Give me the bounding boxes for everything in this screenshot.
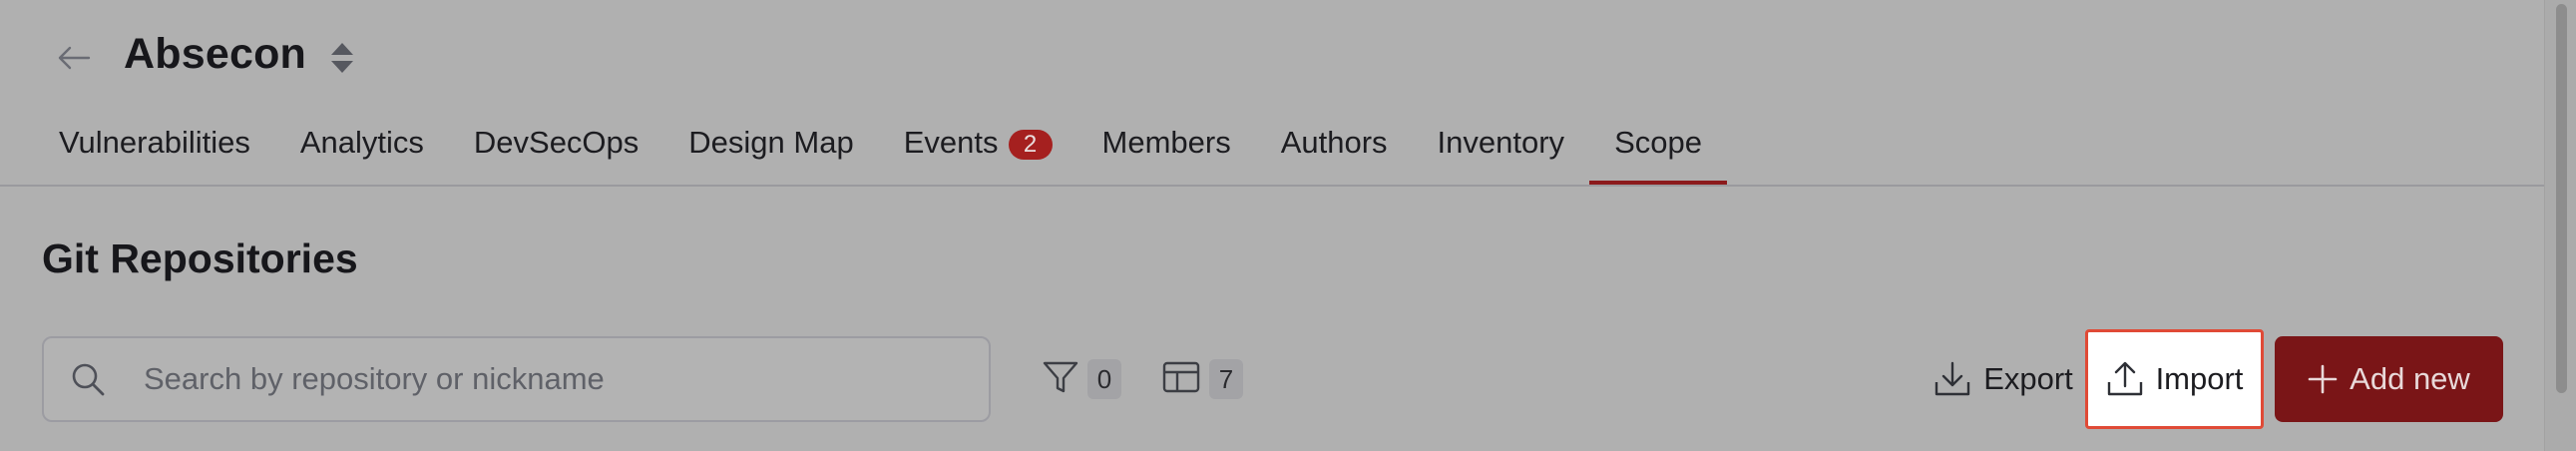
tab-label: Members — [1101, 125, 1231, 160]
tab-analytics[interactable]: Analytics — [275, 118, 449, 186]
add-new-label: Add new — [2350, 361, 2470, 396]
export-label: Export — [1983, 361, 2073, 396]
project-header: Absecon Vulnerabilities Analytics DevSec… — [0, 0, 2544, 187]
search-input[interactable] — [142, 360, 989, 398]
project-title: Absecon — [124, 30, 306, 78]
tab-label: Vulnerabilities — [59, 125, 250, 160]
add-new-button[interactable]: Add new — [2275, 336, 2503, 422]
import-label: Import — [2155, 361, 2244, 396]
tab-scope[interactable]: Scope — [1589, 118, 1727, 186]
filter-count: 0 — [1087, 359, 1121, 399]
tab-label: Events — [903, 125, 999, 160]
section-title: Git Repositories — [42, 235, 358, 281]
search-icon — [68, 359, 108, 399]
download-icon — [1933, 360, 1971, 398]
back-button[interactable] — [52, 40, 96, 80]
tab-authors[interactable]: Authors — [1256, 118, 1413, 186]
tab-label: Analytics — [299, 125, 424, 160]
tab-devsecops[interactable]: DevSecOps — [449, 118, 663, 186]
arrow-left-icon — [57, 45, 91, 76]
vertical-scrollbar[interactable] — [2544, 0, 2576, 451]
tab-events[interactable]: Events 2 — [879, 118, 1077, 186]
search-field[interactable] — [42, 336, 991, 422]
filter-icon — [1042, 359, 1079, 400]
import-button[interactable]: Import — [2085, 329, 2264, 429]
columns-count: 7 — [1209, 359, 1243, 399]
tab-label: Scope — [1614, 125, 1702, 160]
table-columns-icon — [1161, 359, 1201, 400]
filter-button[interactable]: 0 — [1042, 353, 1121, 405]
tab-bar: Vulnerabilities Analytics DevSecOps Desi… — [34, 118, 1727, 186]
tab-label: Inventory — [1437, 125, 1565, 160]
upload-icon — [2106, 360, 2144, 398]
plus-icon — [2308, 364, 2338, 394]
project-switcher-button[interactable] — [327, 42, 357, 78]
columns-button[interactable]: 7 — [1161, 353, 1243, 405]
tab-members[interactable]: Members — [1077, 118, 1256, 186]
page: Absecon Vulnerabilities Analytics DevSec… — [0, 0, 2576, 451]
sort-up-down-icon — [329, 41, 355, 80]
tab-design-map[interactable]: Design Map — [663, 118, 878, 186]
events-count-badge: 2 — [1008, 130, 1053, 160]
tab-label: DevSecOps — [473, 125, 640, 160]
tab-vulnerabilities[interactable]: Vulnerabilities — [34, 118, 275, 186]
scrollbar-thumb[interactable] — [2556, 4, 2567, 393]
tab-divider — [0, 185, 2544, 187]
tab-label: Design Map — [688, 125, 854, 160]
tab-label: Authors — [1280, 125, 1388, 160]
export-button[interactable]: Export — [1904, 343, 2103, 415]
tab-inventory[interactable]: Inventory — [1413, 118, 1590, 186]
